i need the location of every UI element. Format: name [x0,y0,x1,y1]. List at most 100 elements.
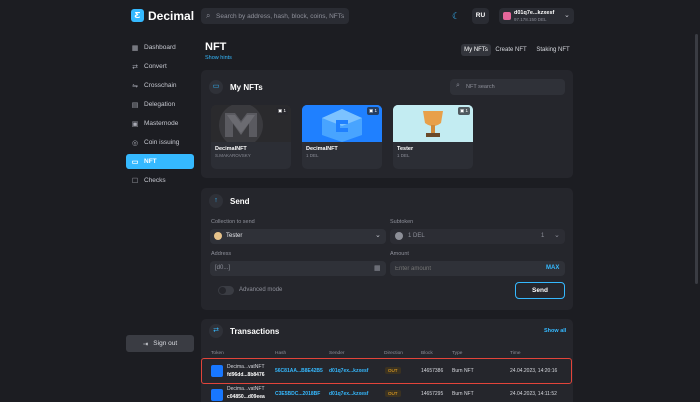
nft-image: ▣ 1 [302,105,382,142]
sidebar-item-crosschain[interactable]: ⇋ Crosschain [126,78,194,93]
tab-my-nfts[interactable]: My NFTs [461,44,491,56]
token-icon [211,389,223,401]
sign-out-icon: ⇥ [142,340,149,348]
nft-owner: S.MAKAROVSKY [215,153,251,158]
arrow-up-icon: ↑ [209,194,223,208]
image-icon: ▭ [209,80,223,94]
sidebar-item-convert[interactable]: ⇄ Convert [126,59,194,74]
account-balance: 97.178.150 DEL [514,16,547,22]
amount-label: Amount [390,251,409,257]
masternode-icon: ▣ [131,120,139,128]
sidebar-item-label: Coin issuing [144,139,180,146]
account-address: d01q7e...kzxesf [514,10,555,16]
logo-icon[interactable]: Ƹ [131,9,144,22]
sidebar-item-nft[interactable]: ▭ NFT [126,154,194,169]
nft-name: Tester [397,146,414,152]
my-nfts-title: My NFTs [230,83,263,92]
top-bar [0,0,700,33]
column-header: Block [421,351,433,356]
collection-label: Collection to send [211,219,255,225]
sidebar-item-dashboard[interactable]: ▦ Dashboard [126,40,194,55]
send-button[interactable]: Send [515,282,565,299]
max-button[interactable]: MAX [546,265,559,271]
sidebar-item-label: Delegation [144,101,176,108]
convert-icon: ⇄ [132,63,138,71]
show-hints-link[interactable]: Show hints [205,55,232,61]
theme-toggle-moon-icon[interactable]: ☾ [449,9,463,23]
sidebar-item-checks[interactable]: ☐ Checks [126,173,194,188]
nft-search-input[interactable] [466,79,561,95]
tab-create-nft[interactable]: Create NFT [494,44,528,56]
nft-card[interactable]: ▣ 1 Tester 1 DEL [393,105,473,169]
nft-icon: ▭ [131,158,139,166]
subtoken-avatar [395,232,403,240]
nft-count-badge: ▣ 1 [275,107,288,115]
collection-value: Tester [226,233,243,239]
column-header: Token [211,351,224,356]
subtoken-count: 1 [541,233,545,239]
send-title: Send [230,197,250,206]
sidebar-item-delegation[interactable]: ▤ Delegation [126,97,194,112]
sidebar-item-coin-issuing[interactable]: ◎ Coin issuing [126,135,194,150]
column-header: Hash [275,351,287,356]
address-value: [d0...] [215,265,231,271]
language-button[interactable]: RU [472,8,489,24]
sidebar-item-label: Crosschain [144,82,177,89]
sidebar-item-label: Checks [144,177,166,184]
checks-icon: ☐ [131,177,139,185]
page-title: NFT [205,41,227,53]
token-id[interactable]: c04850...d09eea [227,394,265,400]
advanced-mode-label: Advanced mode [239,287,283,293]
sender-link[interactable]: d01q7ex...kzxesf [329,391,368,397]
sidebar-item-label: Dashboard [144,44,176,51]
nft-card[interactable]: ▣ 1 DecimalNFT 1 DEL [302,105,382,169]
sidebar-item-masternode[interactable]: ▣ Masternode [126,116,194,131]
block-number: 14657295 [421,391,444,397]
subtoken-value: 1 DEL [408,233,425,239]
row-highlight-box [201,358,572,384]
column-header: Time [510,351,521,356]
crosschain-icon: ⇋ [132,82,138,90]
column-header: Sender [329,351,345,356]
sidebar-item-label: Masternode [144,120,179,127]
tx-hash-link[interactable]: C3E5BDC...2018BF [275,391,320,397]
sign-out-button[interactable]: ⇥ Sign out [126,335,194,352]
toggle-knob [219,287,226,294]
nft-owner: 1 DEL [397,153,410,158]
tx-time: 24.04.2023, 14:11:52 [510,391,557,397]
subtoken-label: Subtoken [390,219,414,225]
address-label: Address [211,251,232,257]
chevron-down-icon: ⌄ [554,232,560,239]
nft-count-badge: ▣ 1 [366,107,379,115]
grid-icon: ▦ [131,44,139,52]
sidebar-item-label: NFT [144,158,157,165]
amount-input[interactable] [395,261,525,276]
search-icon: ⌕ [456,82,460,89]
nft-card[interactable]: ▣ 1 DecimalNFT S.MAKAROVSKY [211,105,291,169]
nft-image: ▣ 1 [211,105,291,142]
address-field[interactable] [210,261,386,276]
chevron-down-icon: ⌄ [375,232,381,239]
tx-type: Burn NFT [452,391,474,397]
delegation-icon: ▤ [131,101,139,109]
tab-staking-nft[interactable]: Staking NFT [533,44,573,56]
direction-badge: OUT [385,390,401,397]
chevron-down-icon[interactable]: ⌄ [564,11,570,19]
nft-owner: 1 DEL [306,153,319,158]
column-header: Direction [384,351,403,356]
avatar [503,12,511,20]
scrollbar-thumb[interactable] [695,34,698,284]
global-search-input[interactable] [216,8,346,24]
sidebar-item-label: Convert [144,63,167,70]
nft-count-badge: ▣ 1 [457,107,470,115]
collection-avatar [214,232,222,240]
token-name: Decima...vatNFT [227,386,265,392]
coin-icon: ◎ [131,139,139,147]
show-all-link[interactable]: Show all [544,328,566,334]
app-name[interactable]: Decimal [148,9,194,23]
search-icon: ⌕ [206,11,211,20]
nft-name: DecimalNFT [215,146,247,152]
swap-icon: ⇄ [209,324,223,338]
address-book-icon[interactable]: ▦ [374,264,381,272]
nft-name: DecimalNFT [306,146,338,152]
